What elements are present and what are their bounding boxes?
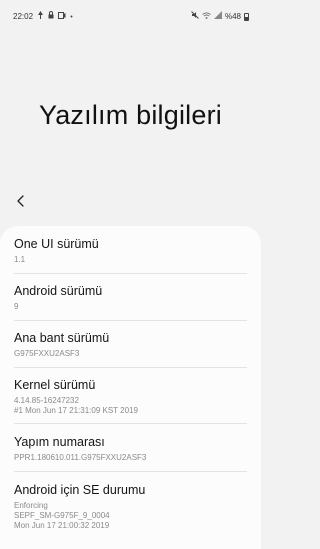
item-title: Kernel sürümü bbox=[14, 378, 96, 392]
divider bbox=[14, 320, 247, 321]
status-bar: 22:02 %48 bbox=[0, 0, 261, 30]
item-value: 4.14.85-16247232 bbox=[14, 396, 79, 405]
list-item-baseband-version[interactable]: Ana bant sürümü G975FXXU2ASF3 bbox=[14, 331, 247, 359]
back-button[interactable] bbox=[10, 190, 32, 212]
item-value: PPR1.180610.011.G975FXXU2ASF3 bbox=[14, 453, 147, 462]
wifi-icon bbox=[202, 11, 211, 22]
item-value: G975FXXU2ASF3 bbox=[14, 349, 80, 358]
list-item-build-number[interactable]: Yapım numarası PPR1.180610.011.G975FXXU2… bbox=[14, 435, 247, 463]
more-notifications-icon bbox=[70, 12, 73, 21]
notification-icon bbox=[37, 11, 44, 22]
item-title: Android sürümü bbox=[14, 284, 103, 298]
item-title: Yapım numarası bbox=[14, 435, 105, 449]
settings-card: One UI sürümü 1.1 Android sürümü 9 Ana b… bbox=[0, 226, 261, 549]
list-item-kernel-version[interactable]: Kernel sürümü 4.14.85-16247232 #1 Mon Ju… bbox=[14, 378, 247, 416]
item-title: One UI sürümü bbox=[14, 237, 99, 251]
item-title: Ana bant sürümü bbox=[14, 331, 110, 345]
screen-record-icon bbox=[58, 11, 66, 22]
signal-icon bbox=[213, 11, 222, 22]
item-value: 9 bbox=[14, 302, 19, 311]
list-item-android-version[interactable]: Android sürümü 9 bbox=[14, 284, 247, 312]
battery-icon bbox=[244, 12, 249, 21]
divider bbox=[14, 471, 247, 472]
item-title: Android için SE durumu bbox=[14, 483, 146, 497]
mute-icon bbox=[191, 11, 199, 22]
divider bbox=[14, 273, 247, 274]
status-time: 22:02 bbox=[13, 12, 34, 21]
lock-icon bbox=[48, 11, 54, 22]
status-left: 22:02 bbox=[13, 11, 73, 22]
item-value: Mon Jun 17 21:00:32 2019 bbox=[14, 521, 110, 530]
list-item-se-status[interactable]: Android için SE durumu Enforcing SEPF_SM… bbox=[14, 483, 247, 531]
item-value: Enforcing bbox=[14, 501, 48, 510]
status-right: %48 bbox=[191, 11, 249, 22]
item-value: SEPF_SM-G975F_9_0004 bbox=[14, 511, 110, 520]
divider bbox=[14, 423, 247, 424]
page-title: Yazılım bilgileri bbox=[39, 100, 222, 130]
battery-percentage: %48 bbox=[224, 12, 241, 21]
item-value: 1.1 bbox=[14, 255, 26, 264]
chevron-left-icon bbox=[17, 195, 24, 207]
list-item-one-ui-version[interactable]: One UI sürümü 1.1 bbox=[14, 237, 247, 265]
divider bbox=[14, 367, 247, 368]
item-value: #1 Mon Jun 17 21:31:09 KST 2019 bbox=[14, 406, 138, 415]
